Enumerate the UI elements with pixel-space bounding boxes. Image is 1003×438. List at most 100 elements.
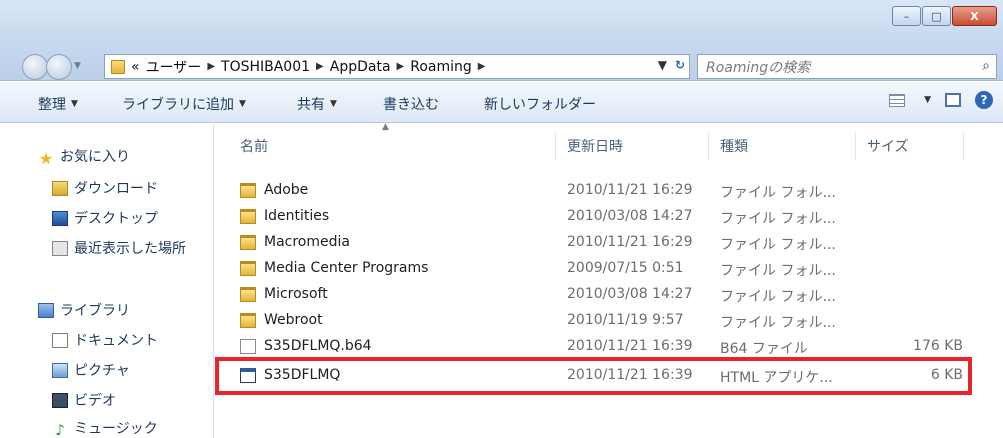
file-type: ファイル フォル... — [720, 315, 836, 331]
breadcrumb-overflow[interactable]: « — [131, 59, 140, 75]
nav-buttons: ▼ — [22, 53, 86, 80]
sidebar-item-label: お気に入り — [60, 149, 130, 165]
file-date: 2010/11/19 9:57 — [567, 312, 684, 328]
help-icon[interactable]: ? — [975, 91, 993, 109]
file-size: 176 KB — [913, 338, 963, 354]
sort-ascending-icon: ▲ — [382, 122, 389, 132]
library-icon — [38, 302, 54, 318]
new-folder-button[interactable]: 新しいフォルダー — [484, 94, 596, 114]
folder-icon — [111, 59, 125, 74]
column-divider[interactable] — [708, 132, 709, 160]
chevron-right-icon[interactable]: ▶ — [397, 61, 405, 72]
table-row[interactable]: Microsoft 2010/03/08 14:27 ファイル フォル... — [215, 282, 975, 308]
caret-down-icon: ▼ — [239, 99, 246, 109]
file-name: Macromedia — [264, 234, 350, 250]
refresh-icon[interactable]: ↻ — [675, 58, 685, 72]
folder-icon — [240, 287, 256, 302]
caret-down-icon: ▼ — [71, 99, 78, 109]
share-menu[interactable]: 共有 ▼ — [297, 94, 337, 114]
sidebar-item-downloads[interactable]: ダウンロード — [52, 178, 158, 198]
view-options-icon[interactable] — [889, 93, 906, 107]
breadcrumb-users[interactable]: ユーザー — [146, 57, 202, 77]
table-row[interactable]: Media Center Programs 2009/07/15 0:51 ファ… — [215, 256, 975, 282]
star-icon: ★ — [38, 148, 54, 168]
pictures-icon — [52, 362, 68, 378]
view-controls: ▼ ? — [889, 91, 993, 109]
folder-icon — [240, 183, 256, 198]
sidebar-item-music[interactable]: ♪ ミュージック — [52, 418, 158, 438]
caret-down-icon[interactable]: ▼ — [924, 95, 931, 105]
window-titlebar: – □ X ▼ « ユーザー ▶ TOSHIBA001 ▶ AppData ▶ … — [0, 0, 1003, 81]
organize-label: 整理 — [38, 97, 66, 113]
forward-button[interactable] — [46, 53, 72, 80]
column-headers: ▲ 名前 更新日時 種類 サイズ — [215, 122, 1003, 168]
address-bar[interactable]: « ユーザー ▶ TOSHIBA001 ▶ AppData ▶ Roaming … — [104, 54, 690, 79]
file-name: S35DFLMQ.b64 — [264, 338, 372, 354]
recent-pages-dropdown[interactable]: ▼ — [74, 61, 86, 73]
file-type: ファイル フォル... — [720, 237, 836, 253]
file-name: Adobe — [264, 182, 309, 198]
column-header-date[interactable]: 更新日時 — [567, 136, 623, 156]
file-name: Media Center Programs — [264, 260, 429, 276]
burn-label: 書き込む — [383, 97, 439, 113]
share-label: 共有 — [297, 97, 325, 113]
preview-pane-icon[interactable] — [945, 93, 961, 107]
add-library-label: ライブラリに追加 — [122, 97, 234, 113]
documents-icon — [52, 332, 68, 348]
file-icon — [240, 339, 256, 354]
search-icon[interactable]: ⌕ — [982, 58, 990, 74]
breadcrumb-appdata[interactable]: AppData — [330, 59, 391, 75]
file-type: B64 ファイル — [720, 341, 808, 357]
caret-down-icon: ▼ — [330, 99, 337, 109]
column-divider[interactable] — [963, 132, 964, 160]
column-header-name[interactable]: 名前 — [240, 136, 268, 156]
column-header-size[interactable]: サイズ — [867, 136, 909, 156]
sidebar-item-label: デスクトップ — [74, 211, 158, 227]
file-date: 2010/03/08 14:27 — [567, 286, 693, 302]
sidebar-item-desktop[interactable]: デスクトップ — [52, 208, 158, 228]
sidebar-item-recent[interactable]: 最近表示した場所 — [52, 238, 186, 258]
address-dropdown-icon[interactable]: ▼ — [658, 58, 667, 72]
folder-icon — [240, 235, 256, 250]
file-name: Webroot — [264, 312, 323, 328]
sidebar-item-label: ミュージック — [74, 421, 158, 437]
file-name: Microsoft — [264, 286, 328, 302]
new-folder-label: 新しいフォルダー — [484, 97, 596, 113]
breadcrumb-roaming[interactable]: Roaming — [410, 59, 472, 75]
column-divider[interactable] — [855, 132, 856, 160]
file-type: ファイル フォル... — [720, 185, 836, 201]
column-header-type[interactable]: 種類 — [720, 136, 748, 156]
sidebar-item-favorites[interactable]: ★ お気に入り — [38, 146, 130, 168]
minimize-button[interactable]: – — [892, 6, 921, 26]
search-input[interactable]: Roamingの検索 ⌕ — [697, 54, 997, 79]
file-name: Identities — [264, 208, 330, 224]
back-button[interactable] — [22, 53, 48, 80]
chevron-right-icon[interactable]: ▶ — [316, 61, 324, 72]
table-row[interactable]: Identities 2010/03/08 14:27 ファイル フォル... — [215, 204, 975, 230]
music-note-icon: ♪ — [55, 420, 65, 438]
address-controls: ▼ ↻ — [658, 58, 685, 72]
table-row[interactable]: Webroot 2010/11/19 9:57 ファイル フォル... — [215, 308, 975, 334]
column-divider[interactable] — [555, 132, 556, 160]
organize-menu[interactable]: 整理 ▼ — [38, 94, 78, 114]
search-placeholder: Roamingの検索 — [706, 59, 811, 76]
videos-icon — [52, 392, 68, 408]
table-row[interactable]: Macromedia 2010/11/21 16:29 ファイル フォル... — [215, 230, 975, 256]
sidebar-item-pictures[interactable]: ピクチャ — [52, 360, 130, 380]
sidebar-item-label: ダウンロード — [74, 181, 158, 197]
sidebar-item-videos[interactable]: ビデオ — [52, 390, 116, 410]
sidebar-item-libraries[interactable]: ライブラリ — [38, 300, 130, 320]
file-date: 2010/11/21 16:29 — [567, 234, 693, 250]
close-button[interactable]: X — [952, 6, 997, 26]
table-row[interactable]: Adobe 2010/11/21 16:29 ファイル フォル... — [215, 178, 975, 204]
breadcrumb-toshiba[interactable]: TOSHIBA001 — [221, 59, 310, 75]
burn-button[interactable]: 書き込む — [383, 94, 439, 114]
file-date: 2010/11/21 16:39 — [567, 338, 693, 354]
sidebar-item-label: 最近表示した場所 — [74, 241, 186, 257]
chevron-right-icon[interactable]: ▶ — [207, 61, 215, 72]
sidebar-item-documents[interactable]: ドキュメント — [52, 330, 158, 350]
maximize-button[interactable]: □ — [922, 6, 951, 26]
chevron-right-icon[interactable]: ▶ — [478, 61, 486, 72]
add-to-library-menu[interactable]: ライブラリに追加 ▼ — [122, 94, 246, 114]
file-date: 2010/11/21 16:29 — [567, 182, 693, 198]
